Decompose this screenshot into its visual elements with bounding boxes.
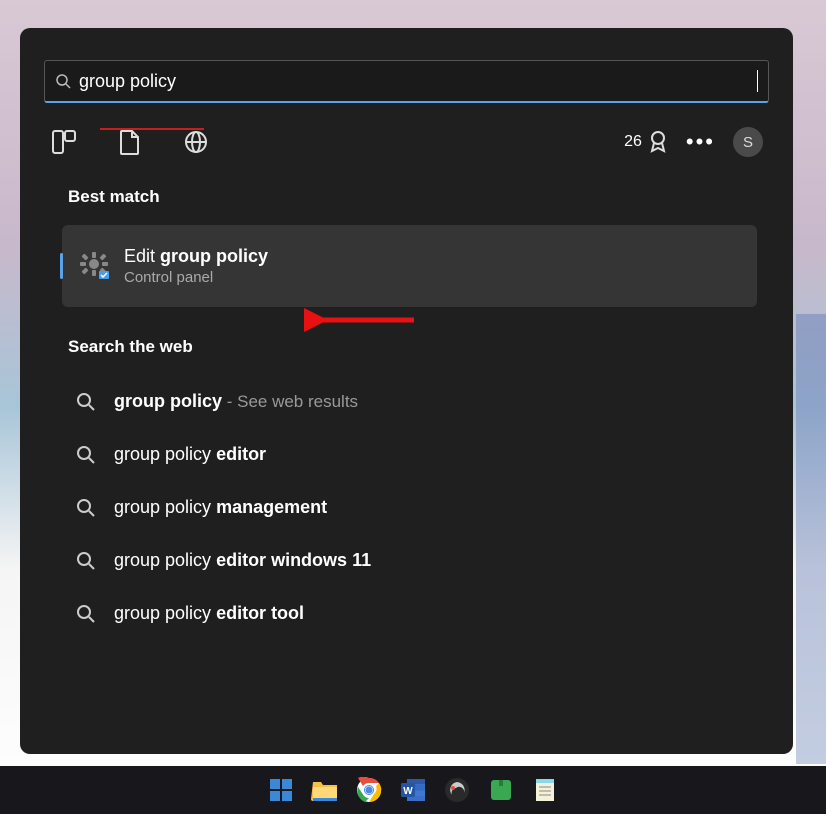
tab-web-icon[interactable]: [182, 128, 210, 156]
spellcheck-underline: [100, 128, 204, 130]
start-button[interactable]: [266, 775, 296, 805]
web-result-item[interactable]: group policy editor windows 11: [62, 534, 757, 587]
settings-gear-icon: [76, 248, 112, 284]
rewards-badge[interactable]: 26: [624, 130, 668, 154]
search-icon: [76, 392, 96, 412]
search-web-heading: Search the web: [68, 337, 793, 357]
text-cursor: [757, 70, 758, 92]
search-icon: [76, 551, 96, 571]
web-result-item[interactable]: group policy editor tool: [62, 587, 757, 640]
selection-accent: [60, 253, 63, 279]
search-icon: [76, 498, 96, 518]
medal-icon: [648, 130, 668, 154]
app-green-icon[interactable]: [486, 775, 516, 805]
web-result-item[interactable]: group policy editor: [62, 428, 757, 481]
best-match-heading: Best match: [68, 187, 793, 207]
tab-documents-icon[interactable]: [116, 128, 144, 156]
windows-search-panel: 26 ••• S Best match Edit group policy Co…: [20, 28, 793, 754]
web-result-item[interactable]: group policy management: [62, 481, 757, 534]
web-result-item[interactable]: group policy - See web results: [62, 375, 757, 428]
search-icon: [76, 445, 96, 465]
tab-apps-icon[interactable]: [50, 128, 78, 156]
notepad-icon[interactable]: [530, 775, 560, 805]
best-match-text: Edit group policy Control panel: [124, 246, 268, 286]
rewards-count: 26: [624, 133, 642, 151]
tabs-row: 26 ••• S: [20, 103, 793, 157]
taskbar: W: [0, 766, 826, 814]
more-options-icon[interactable]: •••: [686, 129, 715, 155]
file-explorer-icon[interactable]: [310, 775, 340, 805]
desktop-background: [796, 314, 826, 764]
search-input[interactable]: [79, 71, 757, 92]
chrome-icon[interactable]: [354, 775, 384, 805]
search-icon: [55, 73, 71, 89]
web-results-list: group policy - See web results group pol…: [62, 375, 757, 640]
svg-text:W: W: [403, 786, 413, 797]
best-match-result[interactable]: Edit group policy Control panel: [62, 225, 757, 307]
obs-icon[interactable]: [442, 775, 472, 805]
user-avatar[interactable]: S: [733, 127, 763, 157]
word-icon[interactable]: W: [398, 775, 428, 805]
search-icon: [76, 604, 96, 624]
search-bar[interactable]: [44, 60, 769, 103]
